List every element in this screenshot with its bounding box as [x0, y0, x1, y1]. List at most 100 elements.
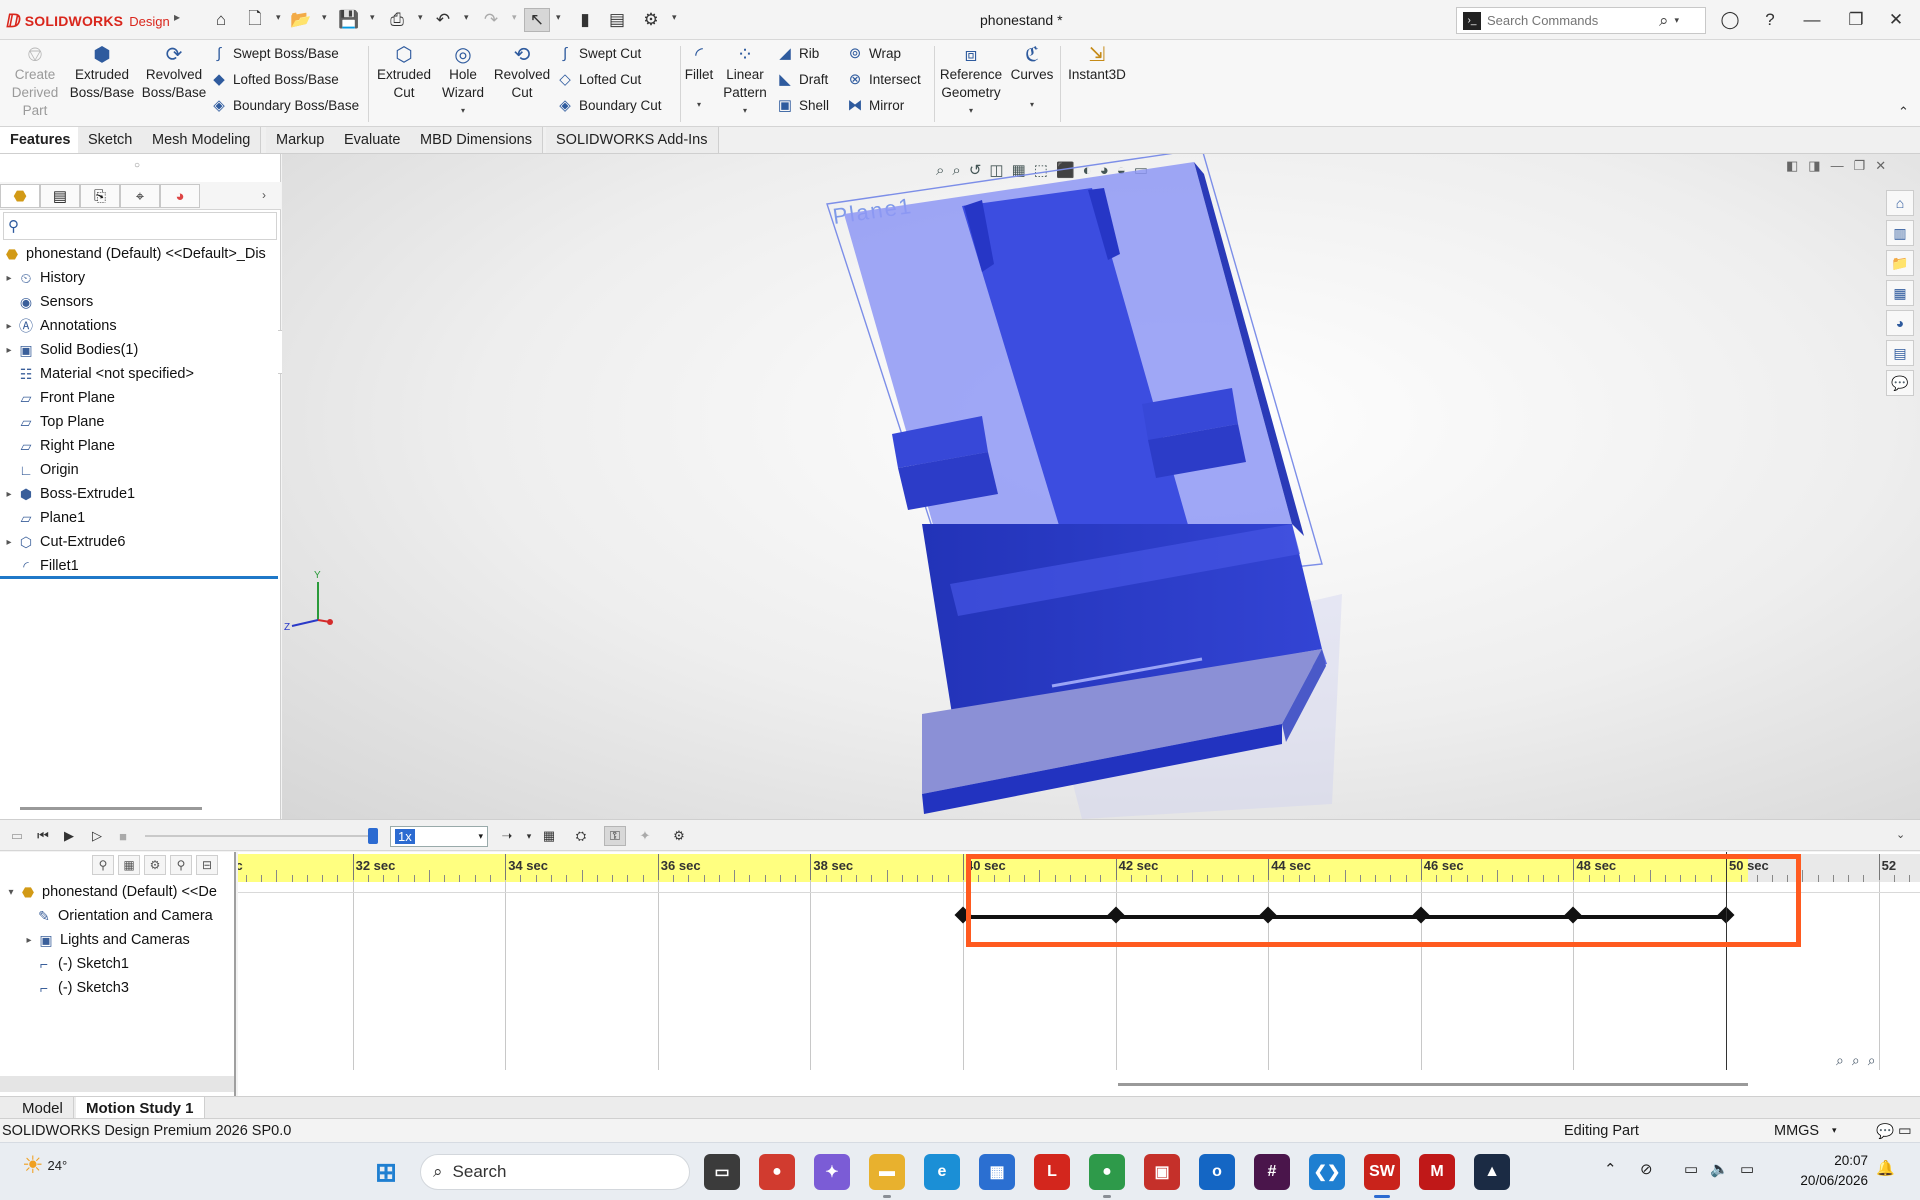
taskbar-search[interactable]: ⌕ Search	[420, 1154, 690, 1190]
motion-tree-sketch1[interactable]: ⌐ (-) Sketch1	[4, 952, 236, 976]
graphics-area[interactable]: ⌕ ⌕ ↺ ◫ ▦ ⬚ ⬛ ◐ ◕ ◒ ▭ ◧ ◨ — ❐ ✕ Plane1	[282, 154, 1920, 819]
motion-timeline[interactable]: 30 sec32 sec34 sec36 sec38 sec40 sec42 s…	[238, 852, 1920, 1096]
configuration-manager-tab[interactable]: ⎘	[80, 184, 120, 208]
tree-item-fillet1[interactable]: ◜ Fillet1	[2, 554, 278, 578]
horizontal-scrollbar[interactable]	[20, 807, 202, 810]
create-derived-part-button[interactable]: ⎊ Create Derived Part	[10, 44, 60, 120]
phone-stand-model[interactable]: Plane1	[282, 154, 1920, 819]
shell-button[interactable]: ▣ Shell	[776, 94, 829, 116]
file-explorer-icon[interactable]: ▭	[704, 1154, 740, 1190]
play-forward-icon[interactable]: ▷	[86, 826, 108, 846]
feature-manager-tab[interactable]: ⬣	[0, 184, 40, 208]
tree-item-right-plane[interactable]: ▱ Right Plane	[2, 434, 278, 458]
forum-icon[interactable]: 💬	[1886, 370, 1914, 396]
chrome-icon[interactable]: ●	[759, 1154, 795, 1190]
solidworks-icon[interactable]: SW	[1364, 1154, 1400, 1190]
print-icon[interactable]: ⎙	[384, 8, 410, 32]
add-update-key-icon[interactable]: ✦	[634, 826, 656, 846]
tab-markup[interactable]: Markup	[266, 127, 336, 153]
chevron-down-icon[interactable]: ▾	[276, 12, 281, 23]
keyframe[interactable]	[1412, 906, 1430, 924]
tree-root[interactable]: ⬣ phonestand (Default) <<Default>_Dis	[2, 242, 278, 266]
chevron-down-icon[interactable]: ▾	[743, 102, 747, 120]
tree-item-boss-extrude1[interactable]: ▸ ⬢ Boss-Extrude1	[2, 482, 278, 506]
search-icon[interactable]: ⌕	[1659, 11, 1669, 31]
chevron-right-icon[interactable]: ▸	[22, 935, 36, 946]
chevron-right-icon[interactable]: ▸	[2, 537, 16, 548]
playback-slider-thumb[interactable]	[368, 828, 378, 844]
swept-cut-button[interactable]: ∫ Swept Cut	[556, 42, 662, 64]
filter-animated-icon[interactable]: ⚲	[92, 855, 114, 875]
current-time-bar[interactable]	[1726, 852, 1727, 1070]
lofted-boss-button[interactable]: ◆ Lofted Boss/Base	[210, 68, 359, 90]
wrap-button[interactable]: ⊚ Wrap	[846, 42, 921, 64]
new-document-icon[interactable]: 🗋	[242, 8, 268, 32]
solidworks-resources-icon[interactable]: ⌂	[1886, 190, 1914, 216]
calculate-icon[interactable]: ▭	[6, 826, 28, 846]
swept-boss-button[interactable]: ∫ Swept Boss/Base	[210, 42, 359, 64]
custom-properties-icon[interactable]: ▤	[1886, 340, 1914, 366]
notification-bell-icon[interactable]: 🔔	[1876, 1159, 1895, 1177]
curves-button[interactable]: ℭ Curves ▾	[1008, 44, 1056, 114]
keyframe[interactable]	[1564, 906, 1582, 924]
tree-filter-box[interactable]: ⚲	[3, 212, 277, 240]
animation-wizard-icon[interactable]: ⛭	[570, 826, 592, 846]
play-icon[interactable]: ▶	[58, 826, 80, 846]
keyframe[interactable]	[954, 906, 972, 924]
rib-button[interactable]: ◢ Rib	[776, 42, 829, 64]
volume-icon[interactable]: 🔈	[1710, 1160, 1729, 1178]
fillet-button[interactable]: ◜ Fillet ▾	[684, 44, 714, 114]
tab-motion-study-1[interactable]: Motion Study 1	[76, 1097, 205, 1119]
chevron-down-icon[interactable]: ▾	[370, 12, 375, 23]
chevron-down-icon[interactable]: ▾	[418, 12, 423, 23]
chevron-down-icon[interactable]: ▾	[4, 887, 18, 898]
play-from-start-icon[interactable]: ⏮	[32, 826, 54, 846]
motion-tree-root[interactable]: ▾ ⬣ phonestand (Default) <<De	[4, 880, 236, 904]
filter-driving-icon[interactable]: ▦	[118, 855, 140, 875]
edge-icon[interactable]: e	[924, 1154, 960, 1190]
unit-system[interactable]: MMGS	[1774, 1123, 1819, 1139]
boundary-boss-button[interactable]: ◈ Boundary Boss/Base	[210, 94, 359, 116]
redo-icon[interactable]: ↷	[478, 8, 504, 32]
options-gear-icon[interactable]: ⚙	[638, 8, 664, 32]
lexicon-icon[interactable]: L	[1034, 1154, 1070, 1190]
chevron-right-icon[interactable]: ▸	[2, 345, 16, 356]
file-explorer-icon[interactable]: 📁	[1886, 250, 1914, 276]
restore-button[interactable]: ❐	[1840, 6, 1872, 34]
dimxpert-tab[interactable]: ⌖	[120, 184, 160, 208]
tab-mbd-dimensions[interactable]: MBD Dimensions	[410, 127, 543, 153]
filter-selected-icon[interactable]: ⚙	[144, 855, 166, 875]
tree-item-history[interactable]: ▸ ⏲ History	[2, 266, 278, 290]
revolved-cut-button[interactable]: ⟲ Revolved Cut	[492, 44, 552, 102]
playback-slider-track[interactable]	[145, 835, 375, 837]
comment-icon[interactable]: 💬	[1876, 1123, 1894, 1140]
minimize-button[interactable]: —	[1796, 6, 1828, 34]
search-input[interactable]	[1487, 13, 1657, 28]
chevron-right-icon[interactable]: ▸	[2, 489, 16, 500]
keyframe[interactable]	[1259, 906, 1277, 924]
outlook-icon[interactable]: o	[1199, 1154, 1235, 1190]
start-button[interactable]: ⊞	[368, 1154, 404, 1190]
chevron-down-icon[interactable]: ▾	[969, 102, 973, 120]
weather-widget[interactable]: ☀ 24°	[22, 1151, 67, 1180]
help-icon[interactable]: ?	[1754, 6, 1786, 34]
close-button[interactable]: ✕	[1880, 6, 1912, 34]
tree-item-cut-extrude6[interactable]: ▸ ⬡ Cut-Extrude6	[2, 530, 278, 554]
select-cursor-icon[interactable]: ↖	[524, 8, 550, 32]
collapse-all-icon[interactable]: ⊟	[196, 855, 218, 875]
chevron-down-icon[interactable]: ▾	[322, 12, 327, 23]
mcafee-icon[interactable]: M	[1419, 1154, 1455, 1190]
tree-item-annotations[interactable]: ▸ Ⓐ Annotations	[2, 314, 278, 338]
tree-item-solid-bodies[interactable]: ▸ ▣ Solid Bodies(1)	[2, 338, 278, 362]
stop-icon[interactable]: ■	[112, 826, 134, 846]
chevron-down-icon[interactable]: ▾	[464, 12, 469, 23]
playback-speed-select[interactable]: 1x ▾	[390, 826, 488, 847]
chevron-down-icon[interactable]: ▾	[1832, 1125, 1837, 1136]
chevron-right-icon[interactable]: ›	[262, 188, 266, 202]
tab-mesh-modeling[interactable]: Mesh Modeling	[142, 127, 262, 153]
tree-item-sensors[interactable]: ◉ Sensors	[2, 290, 278, 314]
extruded-cut-button[interactable]: ⬡ Extruded Cut	[374, 44, 434, 102]
chrome-profile-icon[interactable]: ●	[1089, 1154, 1125, 1190]
vscode-icon[interactable]: ❮❯	[1309, 1154, 1345, 1190]
search-commands-box[interactable]: ›_ ⌕ ▾	[1456, 7, 1706, 34]
